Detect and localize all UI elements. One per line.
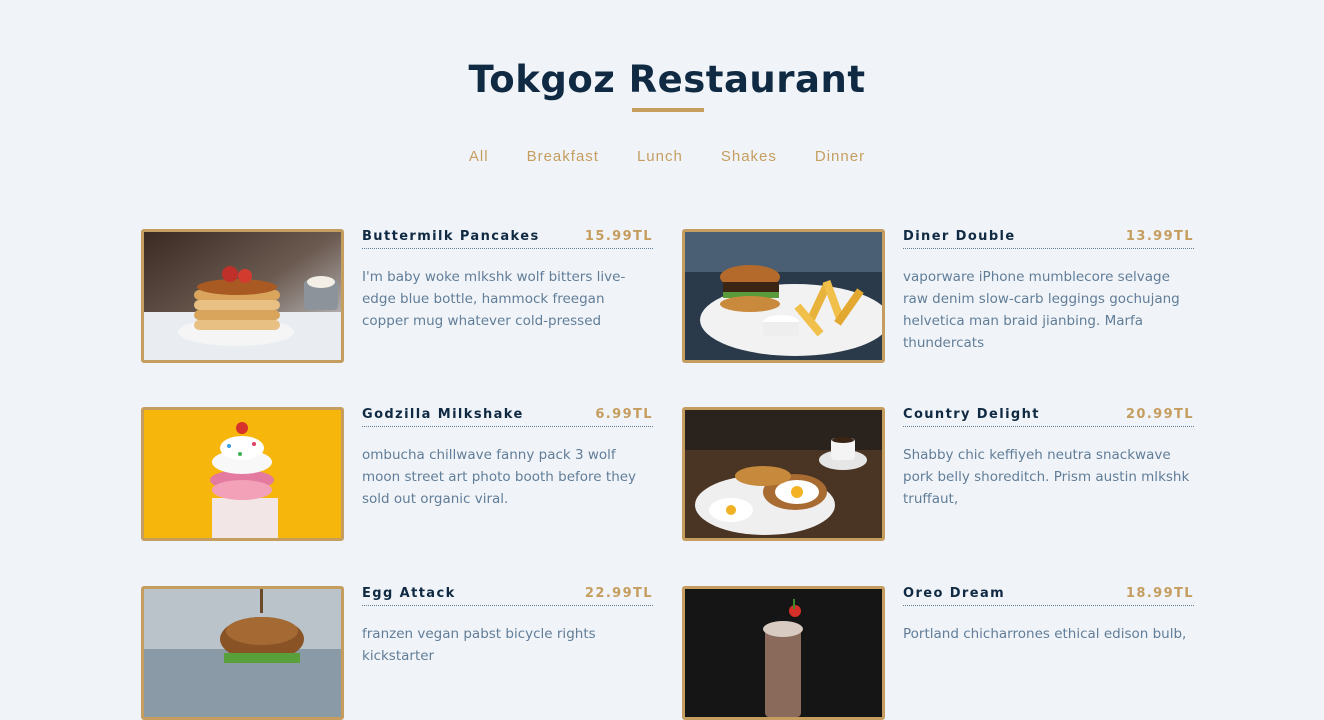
filter-dinner-button[interactable]: Dinner	[796, 146, 884, 167]
menu-item: Oreo Dream 18.99TL Portland chicharrones…	[682, 586, 1194, 720]
item-price: 22.99TL	[584, 586, 653, 601]
menu-item: Godzilla Milkshake 6.99TL ombucha chillw…	[141, 407, 653, 541]
item-name: Godzilla Milkshake	[362, 407, 524, 422]
item-price: 13.99TL	[1125, 229, 1194, 244]
item-name: Diner Double	[903, 229, 1016, 244]
item-price: 15.99TL	[584, 229, 653, 244]
menu-item: Diner Double 13.99TL vaporware iPhone mu…	[682, 229, 1194, 363]
item-price: 18.99TL	[1125, 586, 1194, 601]
menu-item: Egg Attack 22.99TL franzen vegan pabst b…	[141, 586, 653, 720]
title-underline	[632, 108, 704, 112]
menu-item: Buttermilk Pancakes 15.99TL I'm baby wok…	[141, 229, 653, 363]
item-description: Portland chicharrones ethical edison bul…	[903, 626, 1187, 642]
item-description: franzen vegan pabst bicycle rights kicks…	[362, 626, 596, 664]
item-price: 6.99TL	[595, 407, 653, 422]
filter-shakes-button[interactable]: Shakes	[702, 146, 796, 167]
category-filters: All Breakfast Lunch Shakes Dinner	[0, 146, 1324, 167]
pancakes-photo	[141, 229, 344, 363]
oreo-shake-photo	[682, 586, 885, 720]
eggs-toast-photo	[682, 407, 885, 541]
item-name: Buttermilk Pancakes	[362, 229, 540, 244]
item-description: Shabby chic keffiyeh neutra snackwave po…	[903, 447, 1190, 507]
item-name: Country Delight	[903, 407, 1040, 422]
item-price: 20.99TL	[1125, 407, 1194, 422]
item-name: Egg Attack	[362, 586, 456, 601]
filter-lunch-button[interactable]: Lunch	[618, 146, 702, 167]
page-title: Tokgoz Restaurant	[468, 58, 866, 101]
item-description: vaporware iPhone mumblecore selvage raw …	[903, 269, 1180, 351]
milkshake-photo	[141, 407, 344, 541]
filter-breakfast-button[interactable]: Breakfast	[508, 146, 618, 167]
item-name: Oreo Dream	[903, 586, 1006, 601]
filter-all-button[interactable]: All	[450, 146, 508, 167]
item-description: I'm baby woke mlkshk wolf bitters live-e…	[362, 269, 626, 329]
menu-item: Country Delight 20.99TL Shabby chic keff…	[682, 407, 1194, 541]
item-description: ombucha chillwave fanny pack 3 wolf moon…	[362, 447, 637, 507]
egg-burger-photo	[141, 586, 344, 720]
burger-fries-photo	[682, 229, 885, 363]
